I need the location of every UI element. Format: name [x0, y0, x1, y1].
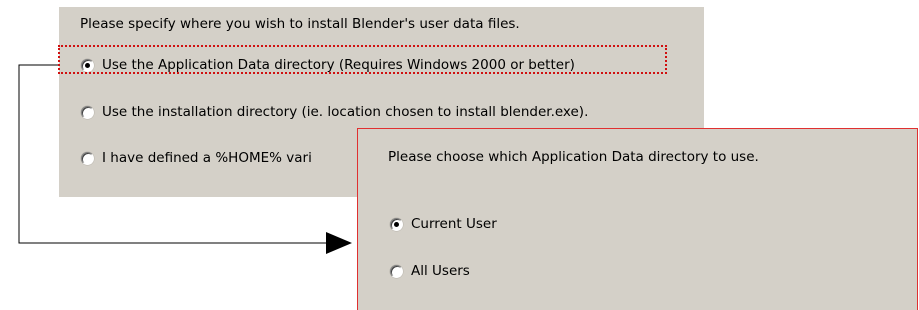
connector-arrow: [18, 64, 352, 254]
connector-line: [18, 64, 330, 244]
arrowhead-icon: [326, 232, 352, 254]
